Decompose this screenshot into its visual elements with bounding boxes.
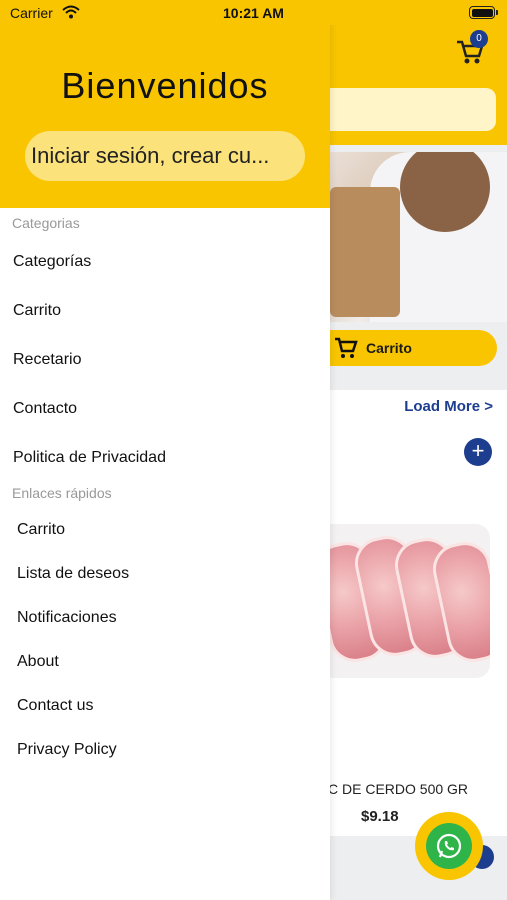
quick-link-about[interactable]: About xyxy=(17,653,59,671)
whatsapp-button[interactable] xyxy=(415,812,483,880)
battery-icon xyxy=(469,6,498,19)
quick-link-privacy-policy[interactable]: Privacy Policy xyxy=(17,741,117,759)
quick-link-carrito[interactable]: Carrito xyxy=(17,521,65,539)
product-name: C DE CERDO 500 GR xyxy=(328,781,469,797)
menu-item-recetario[interactable]: Recetario xyxy=(13,351,81,369)
quick-link-contact-us[interactable]: Contact us xyxy=(17,697,93,715)
cart-count-badge: 0 xyxy=(470,30,488,48)
side-drawer: Bienvenidos Iniciar sesión, crear cu... … xyxy=(0,0,330,900)
load-more-link[interactable]: Load More > xyxy=(404,398,493,415)
quick-link-wishlist[interactable]: Lista de deseos xyxy=(17,565,129,583)
clock: 10:21 AM xyxy=(223,5,284,21)
status-bar: Carrier 10:21 AM xyxy=(0,0,507,25)
menu-item-privacidad[interactable]: Politica de Privacidad xyxy=(13,449,166,467)
whatsapp-icon xyxy=(426,823,472,869)
menu-item-carrito[interactable]: Carrito xyxy=(13,302,61,320)
cart-button-label: Carrito xyxy=(366,340,412,356)
menu-item-contacto[interactable]: Contacto xyxy=(13,400,77,418)
menu-item-categorias[interactable]: Categorías xyxy=(13,253,91,271)
product-image[interactable] xyxy=(318,524,490,678)
login-button[interactable]: Iniciar sesión, crear cu... xyxy=(25,131,305,181)
promo-banner-image[interactable] xyxy=(300,152,507,322)
product-price: $9.18 xyxy=(361,808,399,825)
quick-link-notifications[interactable]: Notificaciones xyxy=(17,609,117,627)
cart-icon xyxy=(335,337,358,358)
section-heading-quick-links: Enlaces rápidos xyxy=(12,485,112,501)
add-product-button[interactable]: + xyxy=(464,438,492,466)
drawer-title: Bienvenidos xyxy=(61,65,269,106)
section-heading-categories: Categorias xyxy=(12,215,80,231)
cart-button[interactable]: Carrito xyxy=(310,330,497,366)
